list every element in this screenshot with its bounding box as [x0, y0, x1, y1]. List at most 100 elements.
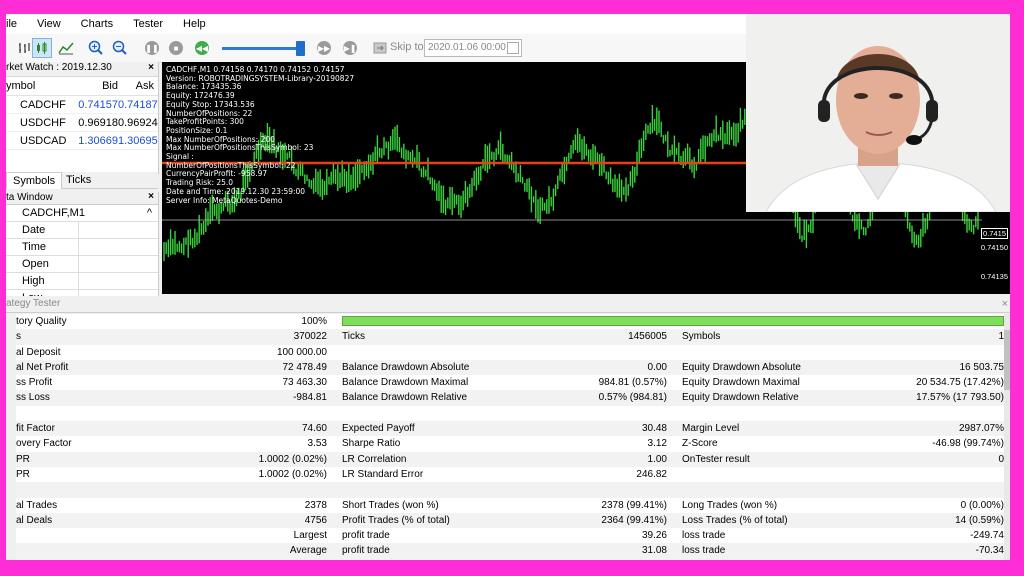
quality-value: 100%: [301, 316, 327, 327]
report-value: 31.08: [641, 545, 667, 557]
report-label: profit trade: [342, 545, 390, 557]
ask-cell: 0.96924: [118, 116, 158, 129]
rewind-icon[interactable]: ◀◀: [192, 38, 212, 58]
fast-forward-icon[interactable]: ▶▶: [314, 38, 334, 58]
chart-info-line: Max NumberOfPositionsThisSymbol: 23: [166, 143, 314, 153]
report-label: Symbols: [682, 331, 721, 343]
report-label: s: [16, 331, 21, 343]
quality-bar: [342, 316, 1004, 326]
report-value: 74.60: [301, 423, 327, 435]
report-label: LR Correlation: [342, 453, 407, 465]
report-label: overy Factor: [16, 438, 72, 450]
report-label: Profit Trades (% of total): [342, 514, 450, 526]
scrollbar-thumb[interactable]: [1004, 330, 1010, 390]
menu-view[interactable]: View: [27, 18, 71, 30]
close-icon[interactable]: ×: [148, 62, 154, 73]
report-value: 2364 (99.41%): [601, 514, 667, 526]
stop-icon[interactable]: ■: [166, 38, 186, 58]
close-icon[interactable]: ×: [148, 191, 154, 202]
backtest-report: tory Quality 100% s 370022 Ticks 1456005 Sym…: [16, 314, 1010, 560]
report-value: 100 000.00: [276, 346, 327, 358]
presenter-image: [746, 14, 1010, 212]
report-value: 3.53: [307, 438, 327, 450]
history-quality-row: tory Quality 100%: [16, 314, 1010, 329]
data-window-panel: ta Window × CADCHF,M1 ^ Date Time Open High…: [6, 191, 159, 307]
line-chart-icon[interactable]: [56, 38, 76, 58]
report-label: Loss Trades (% of total): [682, 514, 788, 526]
report-value: 1.0002 (0.02%): [258, 453, 327, 465]
report-row: fit Factor 74.60 Expected Payoff 30.48 Margi…: [16, 421, 1010, 437]
market-watch-row[interactable]: CADCHF 0.74157 0.74187: [6, 96, 158, 114]
menu-help[interactable]: Help: [173, 18, 216, 30]
col-ask[interactable]: Ask: [118, 80, 158, 92]
report-label: Z-Score: [682, 438, 718, 450]
report-label: PR: [16, 468, 30, 480]
market-watch-row[interactable]: USDCHF 0.96918 0.96924: [6, 114, 158, 132]
strategy-tester-title: ategy Tester: [6, 298, 61, 309]
report-row: ss Profit 73 463.30 Balance Drawdown Maxim…: [16, 375, 1010, 390]
data-window-row: Date: [6, 222, 158, 239]
skip-to-date-value: 2020.01.06 00:00: [428, 42, 506, 53]
report-value: 1.00: [647, 453, 667, 465]
col-bid[interactable]: Bid: [78, 80, 118, 92]
report-label: OnTester result: [682, 453, 750, 465]
col-symbol[interactable]: ymbol: [6, 80, 78, 92]
data-window-title: ta Window: [6, 192, 53, 203]
tab-ticks[interactable]: Ticks: [60, 172, 97, 188]
report-value: 246.82: [636, 468, 667, 480]
data-window-symbol-row[interactable]: CADCHF,M1 ^: [6, 205, 158, 222]
menu-charts[interactable]: Charts: [71, 18, 123, 30]
strategy-tester-header: ategy Tester ×: [6, 296, 1010, 313]
report-row: Largest profit trade 39.26 loss trade -249.7…: [16, 528, 1010, 543]
calendar-icon[interactable]: [507, 42, 519, 54]
report-row: PR 1.0002 (0.02%) LR Correlation 1.00 OnTest…: [16, 451, 1010, 467]
report-row: ss Loss -984.81 Balance Drawdown Relative 0…: [16, 390, 1010, 406]
report-label: Balance Drawdown Absolute: [342, 361, 470, 373]
data-window-label: Date: [22, 224, 46, 236]
bar-chart-icon[interactable]: [14, 38, 34, 58]
pause-icon[interactable]: ❚❚: [142, 38, 162, 58]
menu-tester[interactable]: Tester: [123, 18, 173, 30]
zoom-out-icon[interactable]: [110, 38, 130, 58]
bid-cell: 1.30669: [78, 134, 118, 147]
report-value: 17.57% (17 793.50): [916, 392, 1004, 404]
report-label: loss trade: [682, 530, 726, 542]
speed-slider-thumb[interactable]: [295, 41, 305, 56]
price-label: 0.74135: [980, 272, 1008, 281]
skip-to-icon: [370, 38, 390, 58]
report-value: 0 (0.00%): [960, 499, 1004, 511]
report-label: Short Trades (won %): [342, 499, 439, 511]
market-watch-row[interactable]: USDCAD 1.30669 1.30695: [6, 132, 158, 150]
close-icon[interactable]: ×: [1002, 296, 1008, 312]
report-value: 3.12: [647, 438, 667, 450]
report-row: Average profit trade 31.08 loss trade -70.34: [16, 543, 1010, 559]
report-scrollbar[interactable]: [1004, 314, 1010, 560]
report-label: Balance Drawdown Relative: [342, 392, 468, 404]
report-label: ss Profit: [16, 377, 53, 389]
report-value: 1.0002 (0.02%): [258, 468, 327, 480]
skip-end-icon[interactable]: ▶❚: [340, 38, 360, 58]
report-value: 30.48: [641, 423, 667, 435]
candlestick-icon[interactable]: [32, 38, 52, 58]
speed-slider[interactable]: [222, 41, 305, 56]
ask-cell: 0.74187: [118, 98, 158, 111]
menu-file[interactable]: ile: [6, 18, 27, 30]
report-value: 0.57% (984.81): [598, 392, 667, 404]
report-row: s 370022 Ticks 1456005 Symbols 1: [16, 329, 1010, 345]
report-label: Equity Drawdown Relative: [682, 392, 799, 404]
report-row: [16, 482, 1010, 498]
report-value: -70.34: [975, 545, 1004, 557]
tab-symbols[interactable]: Symbols: [6, 172, 63, 189]
zoom-in-icon[interactable]: [86, 38, 106, 58]
report-row: al Net Profit 72 478.49 Balance Drawdown A…: [16, 359, 1010, 376]
report-label: loss trade: [682, 545, 726, 557]
report-value: -46.98 (99.74%): [932, 438, 1004, 450]
chevron-up-icon[interactable]: ^: [147, 207, 158, 219]
report-value: Largest: [293, 530, 327, 542]
report-label: al Deals: [16, 514, 53, 526]
data-window-label: Time: [22, 241, 47, 253]
report-value: 72 478.49: [282, 361, 328, 373]
data-window-row: High: [6, 273, 158, 290]
skip-to-date-input[interactable]: 2020.01.06 00:00: [424, 39, 522, 57]
symbol-cell: USDCAD: [20, 134, 67, 147]
